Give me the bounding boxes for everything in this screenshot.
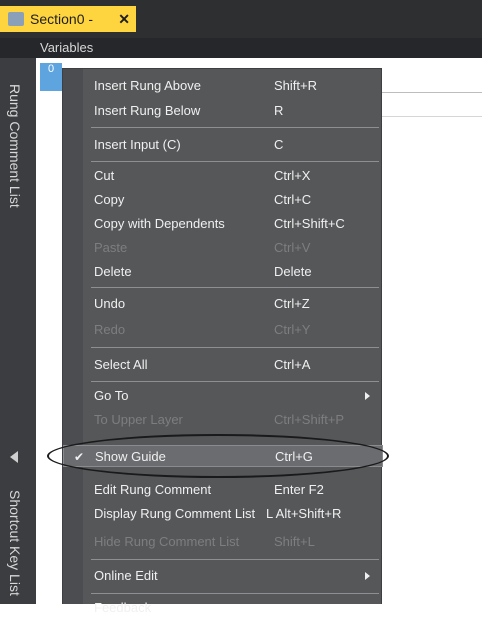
menu-item-label: Redo (94, 322, 126, 337)
menu-item-label: To Upper Layer (94, 412, 183, 427)
menu-item-shortcut: L Alt+Shift+R (266, 506, 342, 521)
variables-label: Variables (40, 40, 94, 55)
rung-comment-list-tab[interactable]: Rung Comment List (7, 84, 23, 208)
menu-item-shortcut: Ctrl+Shift+P (274, 412, 345, 427)
menu-separator (91, 593, 379, 594)
menu-separator (91, 127, 379, 128)
menu-item-label: Feedback (94, 600, 152, 615)
submenu-arrow-icon (365, 572, 370, 580)
menu-item-edit-rung-comment[interactable]: Edit Rung Comment Enter F2 (63, 479, 383, 501)
menu-item-shortcut: Delete (274, 264, 312, 279)
menu-item-insert-rung-above[interactable]: Insert Rung Above Shift+R (63, 75, 383, 97)
menu-item-online-edit[interactable]: Online Edit (63, 565, 383, 587)
menu-item-shortcut: Shift+L (274, 534, 315, 549)
menu-item-shortcut: Shift+R (274, 78, 317, 93)
menu-item-shortcut: C (274, 137, 284, 152)
menu-item-label: Display Rung Comment List (94, 506, 256, 521)
menu-separator (91, 559, 379, 560)
menu-item-label: Undo (94, 296, 126, 311)
menu-separator (91, 287, 379, 288)
menu-item-shortcut: Ctrl+A (274, 357, 311, 372)
variables-bar[interactable]: Variables (0, 38, 482, 58)
editor-tab-bar: Section0 - Program0 ✕ (0, 0, 482, 53)
menu-item-copy[interactable]: Copy Ctrl+C (63, 189, 383, 211)
menu-item-label: Online Edit (94, 568, 158, 583)
tab-section0-program0[interactable]: Section0 - Program0 ✕ (0, 6, 136, 53)
close-icon[interactable]: ✕ (118, 6, 130, 32)
menu-item-label: Insert Rung Below (94, 103, 201, 118)
rung-number[interactable]: 0 (40, 63, 62, 91)
menu-item-label: Copy (94, 192, 125, 207)
program-icon (8, 12, 24, 26)
menu-item-hide-rung-comment-list: Hide Rung Comment List Shift+L (63, 531, 383, 553)
menu-item-select-all[interactable]: Select All Ctrl+A (63, 354, 383, 376)
menu-item-shortcut: Ctrl+Z (274, 296, 310, 311)
menu-item-label: Insert Input (C) (94, 137, 181, 152)
menu-item-label: Delete (94, 264, 132, 279)
submenu-arrow-icon (365, 392, 370, 400)
menu-separator (91, 161, 379, 162)
menu-item-shortcut: Enter F2 (274, 482, 324, 497)
shortcut-key-list-tab[interactable]: Shortcut Key List (7, 490, 23, 596)
menu-item-insert-rung-below[interactable]: Insert Rung Below R (63, 100, 383, 122)
callout-ellipse (47, 434, 389, 478)
menu-separator (91, 347, 379, 348)
menu-item-shortcut: Ctrl+V (274, 240, 311, 255)
context-menu: Insert Rung Above Shift+R Insert Rung Be… (62, 68, 383, 615)
menu-item-label: Insert Rung Above (94, 78, 201, 93)
menu-item-label: Copy with Dependents (94, 216, 225, 231)
menu-item-label: Paste (94, 240, 128, 255)
menu-item-delete[interactable]: Delete Delete (63, 261, 383, 283)
menu-item-label: Cut (94, 168, 115, 183)
menu-item-redo: Redo Ctrl+Y (63, 319, 383, 341)
menu-item-undo[interactable]: Undo Ctrl+Z (63, 293, 383, 315)
menu-item-label: Edit Rung Comment (94, 482, 212, 497)
menu-item-to-upper-layer: To Upper Layer Ctrl+Shift+P (63, 409, 383, 431)
collapse-left-icon[interactable] (10, 451, 18, 463)
menu-item-shortcut: Ctrl+Y (274, 322, 311, 337)
menu-item-shortcut: Ctrl+Shift+C (274, 216, 345, 231)
menu-item-go-to[interactable]: Go To (63, 385, 383, 407)
menu-item-display-rung-comment-list[interactable]: Display Rung Comment List L Alt+Shift+R (63, 503, 383, 525)
menu-item-label: Hide Rung Comment List (94, 534, 240, 549)
menu-item-feedback[interactable]: Feedback (63, 597, 383, 619)
menu-item-paste: Paste Ctrl+V (63, 237, 383, 259)
menu-item-cut[interactable]: Cut Ctrl+X (63, 165, 383, 187)
menu-item-shortcut: Ctrl+C (274, 192, 312, 207)
menu-item-insert-input[interactable]: Insert Input (C) C (63, 134, 383, 156)
menu-item-copy-with-dependents[interactable]: Copy with Dependents Ctrl+Shift+C (63, 213, 383, 235)
menu-item-label: Select All (94, 357, 148, 372)
menu-item-shortcut: R (274, 103, 284, 118)
menu-separator (91, 381, 379, 382)
menu-item-label: Go To (94, 388, 129, 403)
side-panel: Rung Comment List Shortcut Key List (0, 58, 36, 604)
menu-item-shortcut: Ctrl+X (274, 168, 311, 183)
